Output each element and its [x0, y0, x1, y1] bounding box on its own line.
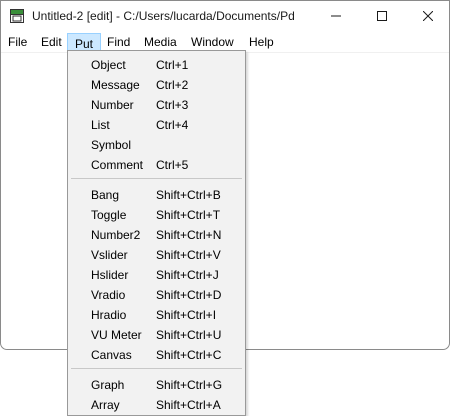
- menu-item-message[interactable]: Message Ctrl+2: [70, 74, 243, 94]
- menu-item-shortcut: Shift+Ctrl+I: [156, 308, 217, 322]
- menu-item-shortcut: Ctrl+1: [156, 58, 189, 72]
- menu-item-shortcut: Shift+Ctrl+V: [156, 248, 221, 262]
- title-bar[interactable]: Untitled-2 [edit] - C:/Users/lucarda/Doc…: [1, 1, 449, 32]
- menu-item-list[interactable]: List Ctrl+4: [70, 114, 243, 134]
- menu-file[interactable]: File: [8, 35, 27, 49]
- menu-item-label: Graph: [91, 378, 125, 392]
- menu-item-shortcut: Shift+Ctrl+N: [156, 228, 222, 242]
- menu-item-label: Object: [91, 58, 126, 72]
- menu-item-hradio[interactable]: Hradio Shift+Ctrl+I: [70, 304, 243, 324]
- menu-item-toggle[interactable]: Toggle Shift+Ctrl+T: [70, 204, 243, 224]
- maximize-button[interactable]: [359, 1, 405, 32]
- menu-item-number2[interactable]: Number2 Shift+Ctrl+N: [70, 224, 243, 244]
- menu-item-comment[interactable]: Comment Ctrl+5: [70, 154, 243, 174]
- menu-item-shortcut: Ctrl+4: [156, 118, 189, 132]
- menu-item-shortcut: Shift+Ctrl+C: [156, 348, 222, 362]
- menu-item-label: Number2: [91, 228, 141, 242]
- menu-separator: [71, 368, 242, 369]
- menu-edit[interactable]: Edit: [41, 35, 62, 49]
- menu-item-vu-meter[interactable]: VU Meter Shift+Ctrl+U: [70, 324, 243, 344]
- menu-item-vslider[interactable]: Vslider Shift+Ctrl+V: [70, 244, 243, 264]
- menu-item-label: List: [91, 118, 110, 132]
- menu-item-shortcut: Shift+Ctrl+G: [156, 378, 223, 392]
- menu-item-label: Message: [91, 78, 140, 92]
- maximize-icon: [377, 8, 387, 26]
- put-menu-dropdown: Object Ctrl+1 Message Ctrl+2 Number Ctrl…: [67, 50, 246, 416]
- menu-item-graph[interactable]: Graph Shift+Ctrl+G: [70, 374, 243, 394]
- menu-item-shortcut: Shift+Ctrl+A: [156, 398, 221, 412]
- menu-item-shortcut: Shift+Ctrl+T: [156, 208, 221, 222]
- menu-help[interactable]: Help: [249, 35, 274, 49]
- pd-app-icon: [10, 9, 24, 23]
- menu-item-label: Hslider: [91, 268, 129, 282]
- menu-item-shortcut: Shift+Ctrl+B: [156, 188, 221, 202]
- menu-item-label: Bang: [91, 188, 120, 202]
- menu-item-shortcut: Shift+Ctrl+D: [156, 288, 222, 302]
- minimize-button[interactable]: [313, 1, 359, 32]
- menu-item-label: Canvas: [91, 348, 132, 362]
- menu-item-label: Array: [91, 398, 120, 412]
- menu-item-object[interactable]: Object Ctrl+1: [70, 54, 243, 74]
- close-button[interactable]: [405, 1, 451, 32]
- menu-item-array[interactable]: Array Shift+Ctrl+A: [70, 394, 243, 414]
- menu-item-shortcut: Shift+Ctrl+U: [156, 328, 222, 342]
- menu-item-bang[interactable]: Bang Shift+Ctrl+B: [70, 184, 243, 204]
- menu-item-label: Toggle: [91, 208, 127, 222]
- menu-item-shortcut: Ctrl+2: [156, 78, 189, 92]
- menu-item-label: VU Meter: [91, 328, 142, 342]
- minimize-icon: [331, 8, 341, 26]
- window-title: Untitled-2 [edit] - C:/Users/lucarda/Doc…: [32, 9, 295, 23]
- menu-item-canvas[interactable]: Canvas Shift+Ctrl+C: [70, 344, 243, 364]
- menu-item-hslider[interactable]: Hslider Shift+Ctrl+J: [70, 264, 243, 284]
- menu-item-label: Hradio: [91, 308, 127, 322]
- menu-find[interactable]: Find: [107, 35, 130, 49]
- menu-item-label: Vradio: [91, 288, 126, 302]
- menu-item-vradio[interactable]: Vradio Shift+Ctrl+D: [70, 284, 243, 304]
- menu-item-label: Vslider: [91, 248, 128, 262]
- menu-window[interactable]: Window: [191, 35, 234, 49]
- menu-item-shortcut: Ctrl+5: [156, 158, 189, 172]
- menu-item-label: Comment: [91, 158, 144, 172]
- menu-media[interactable]: Media: [144, 35, 177, 49]
- menu-item-shortcut: Shift+Ctrl+J: [156, 268, 219, 282]
- menu-separator: [71, 178, 242, 179]
- menu-item-label: Number: [91, 98, 134, 112]
- menu-item-shortcut: Ctrl+3: [156, 98, 189, 112]
- menu-item-label: Symbol: [91, 138, 132, 152]
- menu-item-symbol[interactable]: Symbol: [70, 134, 243, 154]
- close-icon: [422, 8, 434, 26]
- menu-item-number[interactable]: Number Ctrl+3: [70, 94, 243, 114]
